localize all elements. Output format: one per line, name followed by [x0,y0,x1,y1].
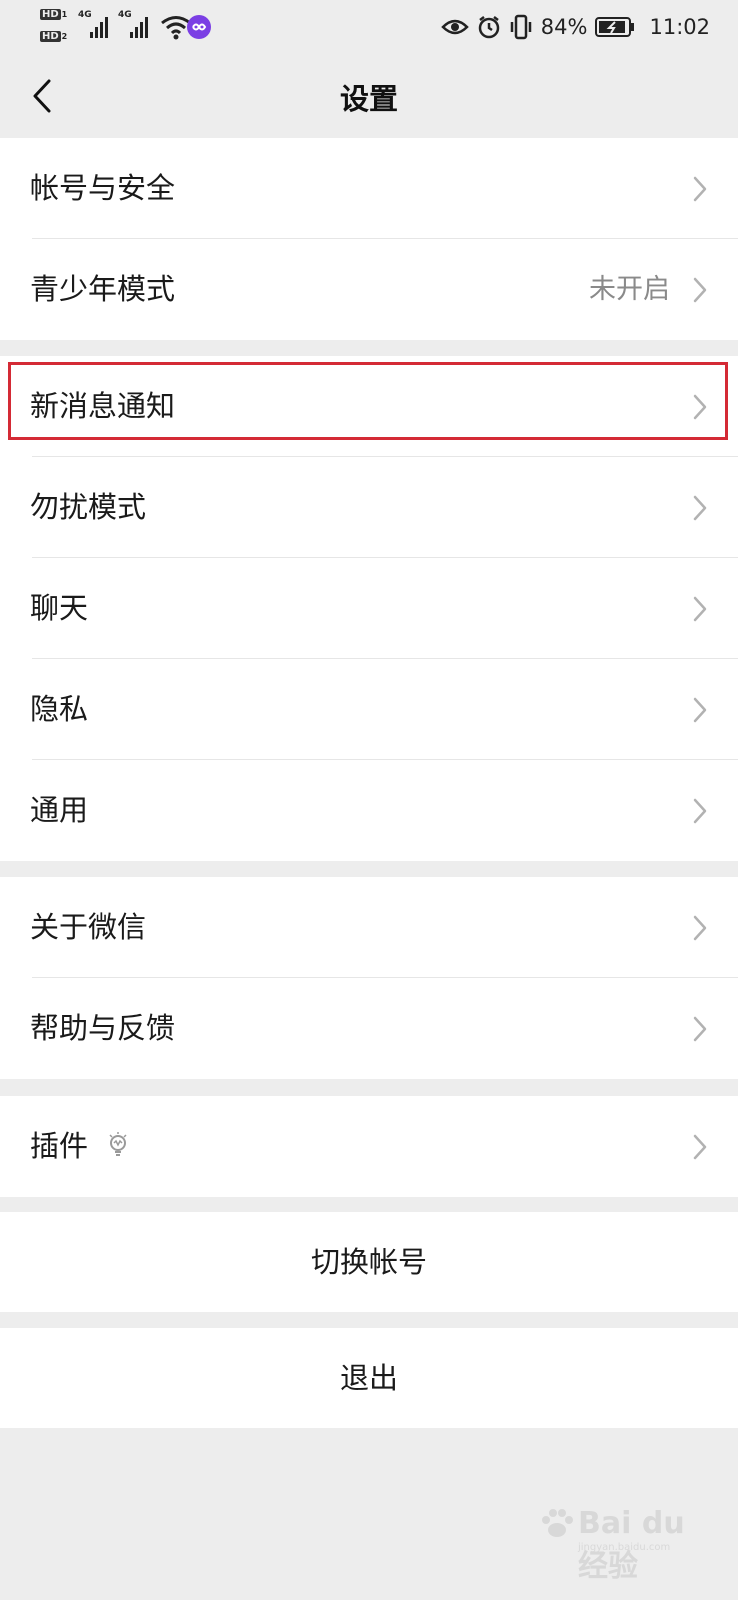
paw-logo-icon [542,1509,573,1537]
settings-item-label: 隐私 [30,692,89,726]
hd-badge-1: HD 1 [40,8,67,21]
app-notification-icon [187,15,211,39]
settings-item-privacy[interactable]: 隐私 [0,659,738,760]
battery-icon [595,17,635,37]
signal-1: 4G [78,10,114,46]
chevron-right-icon [693,798,707,824]
vibrate-icon [510,14,532,40]
chevron-right-icon [693,176,707,202]
baidu-watermark: Bai du 经验 jingyan.baidu.com [538,1500,698,1584]
settings-item-help-feedback[interactable]: 帮助与反馈 [0,978,738,1079]
status-right: 84% 11:02 [441,9,710,45]
hd-sub-label: 1 [61,10,68,19]
chevron-right-icon [693,495,707,521]
settings-item-plugins[interactable]: 插件 [0,1096,738,1197]
clock-time: 11:02 [649,15,710,39]
hd-label: HD [40,9,61,20]
settings-item-chat[interactable]: 聊天 [0,558,738,659]
hd-badge-2: HD 2 [40,30,67,43]
signal-2: 4G [118,10,154,46]
group-plugins: 插件 [0,1096,738,1197]
alarm-icon [478,16,500,39]
switch-account-button[interactable]: 切换帐号 [0,1212,738,1312]
watermark-url: jingyan.baidu.com [578,1542,671,1553]
hd-sub-label: 2 [61,32,68,41]
group-account: 帐号与安全 青少年模式 未开启 [0,138,738,340]
settings-item-label: 青少年模式 [30,272,176,306]
chevron-right-icon [693,596,707,622]
settings-item-label: 通用 [30,793,89,827]
settings-page: HD 1 HD 2 4G 4G 84% 11:02 设置 帐号与安全 青少年模式… [0,0,738,1600]
network-type: 4G [78,10,92,20]
settings-item-account-security[interactable]: 帐号与安全 [0,138,738,239]
chevron-right-icon [693,915,707,941]
settings-item-new-message-notification[interactable]: 新消息通知 [0,356,738,457]
chevron-right-icon [693,277,707,303]
page-title: 设置 [339,82,398,116]
settings-item-label: 插件 [30,1129,89,1163]
hd-label: HD [40,31,61,42]
lightbulb-icon [109,1132,127,1156]
status-bar: HD 1 HD 2 4G 4G 84% 11:02 [0,0,738,54]
settings-item-label: 关于微信 [30,910,147,944]
settings-item-about-wechat[interactable]: 关于微信 [0,877,738,978]
eye-comfort-icon [441,19,469,35]
settings-item-general[interactable]: 通用 [0,760,738,861]
settings-item-label: 聊天 [30,591,89,625]
nav-bar: 设置 [0,54,738,138]
battery-percent: 84% [540,15,588,39]
settings-item-youth-mode[interactable]: 青少年模式 未开启 [0,239,738,340]
network-type: 4G [118,10,132,20]
chevron-right-icon [693,1016,707,1042]
settings-item-label: 勿扰模式 [30,490,147,524]
group-about: 关于微信 帮助与反馈 [0,877,738,1079]
youth-mode-status: 未开启 [589,274,670,305]
settings-item-label: 新消息通知 [30,389,176,423]
group-settings: 新消息通知 勿扰模式 聊天 隐私 通用 [0,356,738,861]
settings-item-label: 帐号与安全 [30,171,176,205]
settings-item-label: 帮助与反馈 [30,1011,176,1045]
logout-button[interactable]: 退出 [0,1328,738,1428]
chevron-right-icon [693,394,707,420]
chevron-right-icon [693,697,707,723]
chevron-right-icon [693,1134,707,1160]
settings-item-do-not-disturb[interactable]: 勿扰模式 [0,457,738,558]
